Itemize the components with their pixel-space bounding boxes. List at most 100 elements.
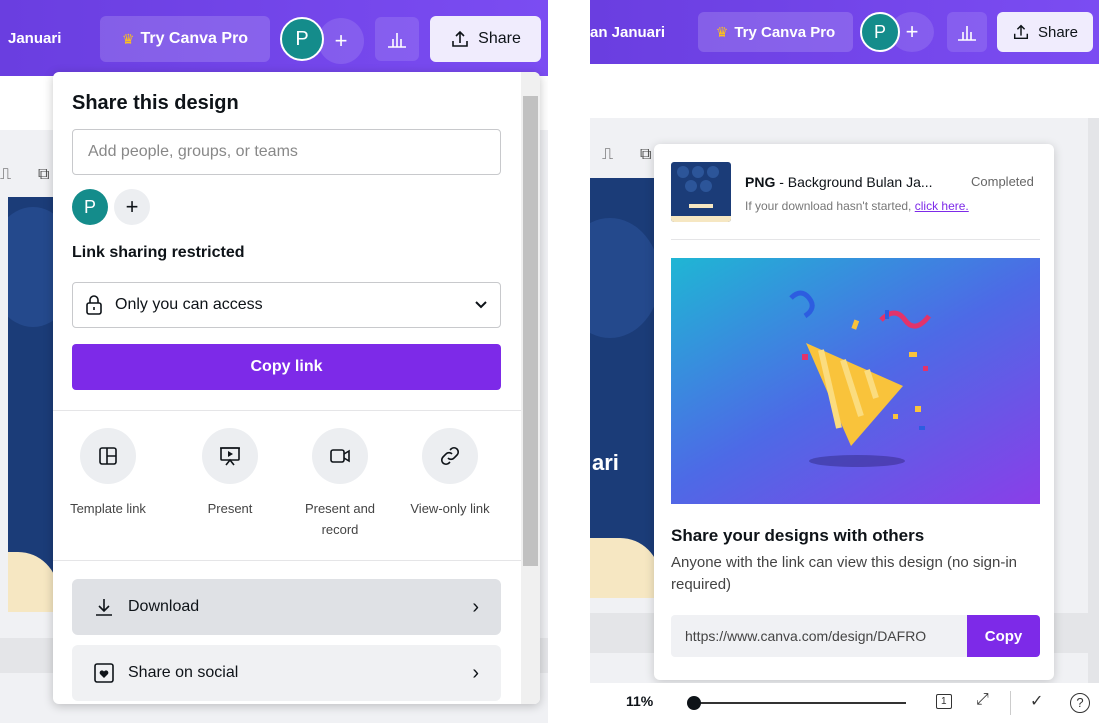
duplicate-icon[interactable]: ⧉ xyxy=(38,166,49,184)
share-panel-screenshot: Januari ♛ Try Canva Pro + P Share ⎍ ⧉ Sh… xyxy=(0,0,548,723)
share-on-social-button[interactable]: Share on social › xyxy=(72,645,501,701)
share-on-social-label: Share on social xyxy=(128,664,239,681)
crown-icon: ♛ xyxy=(715,23,729,40)
file-name: - Background Bulan Ja... xyxy=(775,174,933,190)
divider xyxy=(53,410,521,411)
plus-icon: + xyxy=(905,19,919,44)
user-avatar[interactable]: P xyxy=(280,17,324,61)
share-button[interactable]: Share xyxy=(430,16,541,62)
zoom-slider-track[interactable] xyxy=(694,702,906,704)
share-url-field[interactable]: https://www.canva.com/design/DAFRO xyxy=(671,615,967,657)
link-sharing-label: Link sharing restricted xyxy=(72,244,245,261)
access-select[interactable]: Only you can access xyxy=(72,282,501,328)
present-and-record-label: Present and record xyxy=(304,501,376,537)
share-heading: Share your designs with others xyxy=(671,526,925,545)
try-canva-pro-button[interactable]: ♛ Try Canva Pro xyxy=(100,16,270,62)
crown-icon: ♛ xyxy=(121,30,135,47)
download-label: Download xyxy=(128,598,200,615)
try-canva-pro-button[interactable]: ♛ Try Canva Pro xyxy=(698,12,853,52)
check-circle-icon[interactable]: ✓ xyxy=(1030,691,1043,711)
collaborator-avatar[interactable]: P xyxy=(72,189,108,225)
chevron-down-icon xyxy=(475,301,487,309)
add-person-button[interactable]: + xyxy=(114,189,150,225)
divider xyxy=(671,239,1040,240)
design-text: ari xyxy=(592,450,619,475)
add-people-input[interactable]: Add people, groups, or teams xyxy=(72,129,501,175)
vertical-scrollbar[interactable] xyxy=(1088,118,1099,683)
present-icon xyxy=(202,428,258,484)
design-ground xyxy=(590,538,660,598)
download-button[interactable]: Download › xyxy=(72,579,501,635)
avatar-letter: P xyxy=(873,21,886,42)
plus-icon: + xyxy=(334,28,348,53)
lock-icon[interactable]: ⎍ xyxy=(602,146,613,164)
download-hint: If your download hasn't started, click h… xyxy=(745,199,969,213)
share-button[interactable]: Share xyxy=(997,12,1093,52)
insights-button[interactable] xyxy=(947,12,987,52)
design-canvas[interactable] xyxy=(8,197,58,612)
design-shape xyxy=(590,218,660,338)
present-option[interactable]: Present xyxy=(175,428,285,519)
add-people-placeholder: Add people, groups, or teams xyxy=(88,143,298,160)
document-title[interactable]: an Januari xyxy=(590,24,665,41)
document-title[interactable]: Januari xyxy=(8,30,61,47)
zoom-level: 11% xyxy=(626,693,654,709)
celebration-illustration xyxy=(671,258,1040,504)
add-collaborator-button[interactable]: + xyxy=(318,18,364,64)
record-icon xyxy=(312,428,368,484)
file-type: PNG xyxy=(745,174,776,190)
bar-chart-icon xyxy=(958,26,976,41)
insights-button[interactable] xyxy=(375,17,419,61)
user-avatar[interactable]: P xyxy=(860,12,900,52)
editor-header: Januari ♛ Try Canva Pro + P Share xyxy=(0,0,548,76)
collaborator-letter: P xyxy=(83,196,96,217)
design-ground xyxy=(8,552,58,612)
share-label: Share xyxy=(478,30,521,47)
chevron-right-icon: › xyxy=(472,661,479,684)
share-url: https://www.canva.com/design/DAFRO xyxy=(685,628,927,644)
share-title: Share this design xyxy=(72,92,239,114)
copy-link-button[interactable]: Copy link xyxy=(72,344,501,390)
design-canvas[interactable]: ari xyxy=(590,178,660,598)
present-label: Present xyxy=(207,501,253,516)
page-count-button[interactable]: 1 xyxy=(936,694,952,709)
lock-icon xyxy=(86,295,102,315)
view-only-link-option[interactable]: View-only link xyxy=(395,428,505,519)
dropdown-scrollbar[interactable] xyxy=(521,72,540,704)
download-hint-text: If your download hasn't started, xyxy=(745,199,915,213)
template-link-option[interactable]: Template link xyxy=(53,428,163,519)
download-popup: PNG - Background Bulan Ja... Completed I… xyxy=(654,144,1054,680)
page-number: 1 xyxy=(941,696,947,707)
copy-label: Copy xyxy=(984,627,1023,645)
view-only-link-label: View-only link xyxy=(410,501,490,516)
copy-url-button[interactable]: Copy xyxy=(967,615,1040,657)
upload-icon xyxy=(452,30,468,47)
design-thumbnail xyxy=(671,162,731,222)
link-icon xyxy=(422,428,478,484)
lock-icon[interactable]: ⎍ xyxy=(0,166,11,184)
share-label: Share xyxy=(1037,23,1079,41)
access-option-label: Only you can access xyxy=(115,296,263,313)
zoom-slider-handle[interactable] xyxy=(687,696,701,710)
share-description: Anyone with the link can view this desig… xyxy=(671,554,1018,593)
download-complete-screenshot: an Januari ♛ Try Canva Pro + P Share ⎍ ⧉… xyxy=(590,0,1099,723)
chevron-right-icon: › xyxy=(472,595,479,618)
click-here-link[interactable]: click here. xyxy=(915,199,969,213)
duplicate-icon[interactable]: ⧉ xyxy=(640,146,651,164)
download-status: Completed xyxy=(971,174,1034,189)
copy-link-label: Copy link xyxy=(250,358,323,375)
template-icon xyxy=(80,428,136,484)
divider xyxy=(1010,691,1011,715)
party-popper-icon xyxy=(789,290,931,467)
design-shape xyxy=(8,207,58,327)
present-and-record-option[interactable]: Present and record xyxy=(285,428,395,540)
heart-icon xyxy=(94,663,114,683)
scrollbar-thumb[interactable] xyxy=(523,96,538,566)
try-canva-pro-label: Try Canva Pro xyxy=(140,30,249,47)
download-icon xyxy=(96,599,112,616)
help-icon[interactable]: ? xyxy=(1070,693,1090,713)
share-dropdown: Share this design Add people, groups, or… xyxy=(53,72,540,704)
plus-icon: + xyxy=(125,194,139,219)
template-link-label: Template link xyxy=(70,501,146,516)
fullscreen-icon[interactable]: ⤢ xyxy=(976,691,989,709)
